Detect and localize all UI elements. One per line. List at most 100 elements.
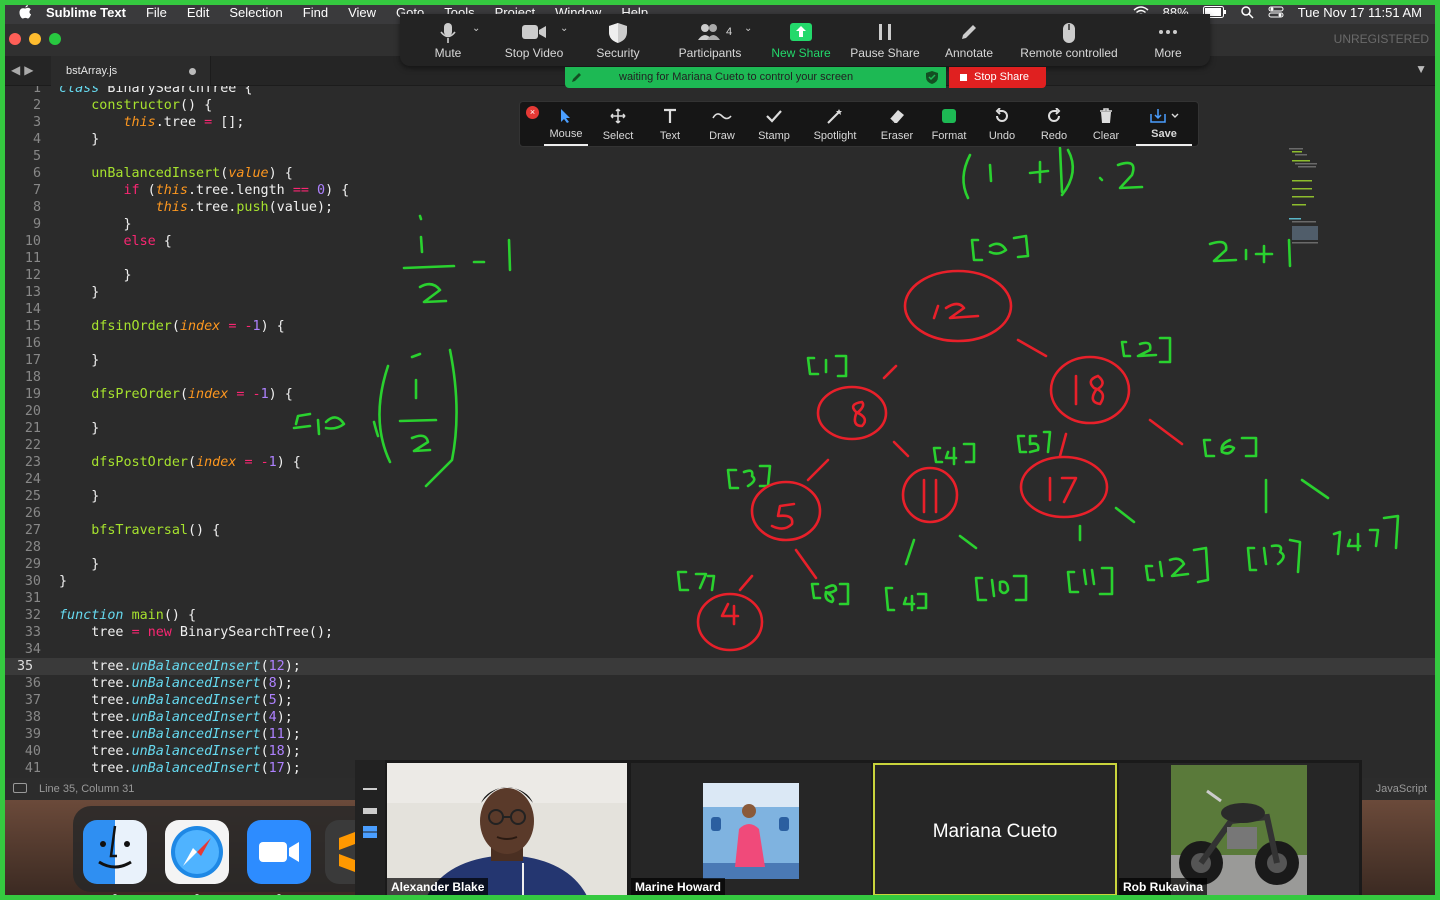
gallery-view-icon[interactable] <box>363 826 377 838</box>
code-line[interactable] <box>59 539 349 556</box>
sublime-app-icon[interactable] <box>325 820 355 884</box>
zoom-window-button[interactable] <box>49 33 61 45</box>
code-line[interactable] <box>59 505 349 522</box>
minimize-strip-icon[interactable] <box>363 788 377 790</box>
code-line[interactable]: } <box>59 488 349 505</box>
code-line[interactable]: if (this.tree.length == 0) { <box>59 182 350 199</box>
participants-button[interactable]: 4 Participants <box>670 18 750 64</box>
eraser-tool-button[interactable]: Eraser <box>874 102 920 146</box>
code-line[interactable]: } <box>59 352 349 369</box>
code-line[interactable]: unBalancedInsert(value) { <box>59 165 349 182</box>
draw-tool-button[interactable]: Draw <box>700 102 744 146</box>
new-share-button[interactable]: New Share <box>766 18 836 64</box>
thumbnail-view-icon[interactable] <box>363 808 377 814</box>
code-line[interactable] <box>59 471 349 488</box>
code-line[interactable] <box>59 335 349 352</box>
spotlight-tool-button[interactable]: Spotlight <box>804 102 866 146</box>
menu-edit[interactable]: Edit <box>187 5 209 20</box>
security-button[interactable]: Security <box>586 18 650 64</box>
code-line[interactable] <box>59 641 349 658</box>
control-center-icon[interactable] <box>1268 6 1284 18</box>
code-line[interactable]: } <box>59 573 349 590</box>
code-area[interactable]: class BinarySearchTree { constructor() {… <box>59 86 349 777</box>
code-line[interactable]: } <box>59 267 349 284</box>
syntax-selector[interactable]: JavaScript <box>1376 783 1427 795</box>
select-tool-button[interactable]: Select <box>596 102 640 146</box>
participant-tile-alexander-blake[interactable]: Alexander Blake <box>387 763 627 896</box>
code-line[interactable]: class BinarySearchTree { <box>59 86 349 97</box>
code-line[interactable]: tree.unBalancedInsert(18); <box>59 743 349 760</box>
participants-chevron-icon[interactable]: ⌄ <box>744 23 752 34</box>
undo-button[interactable]: Undo <box>980 102 1024 146</box>
code-line[interactable] <box>59 403 349 420</box>
panel-toggle-icon[interactable] <box>13 783 27 793</box>
code-line[interactable] <box>59 590 349 607</box>
code-line[interactable]: bfsTraversal() { <box>59 522 349 539</box>
code-line[interactable]: } <box>59 216 349 233</box>
menu-selection[interactable]: Selection <box>229 5 282 20</box>
minimize-window-button[interactable] <box>29 33 41 45</box>
code-line[interactable]: constructor() { <box>59 97 349 114</box>
code-line[interactable]: tree = new BinarySearchTree(); <box>59 624 349 641</box>
code-line[interactable] <box>59 301 349 318</box>
code-line[interactable]: tree.unBalancedInsert(12); <box>59 658 349 675</box>
code-line[interactable]: tree.unBalancedInsert(8); <box>59 675 349 692</box>
code-line[interactable]: dfsinOrder(index = -1) { <box>59 318 349 335</box>
menu-find[interactable]: Find <box>303 5 328 20</box>
code-line[interactable]: dfsPostOrder(index = -1) { <box>59 454 349 471</box>
participant-tile-rob-rukavina[interactable]: Rob Rukavina <box>1119 763 1359 896</box>
pause-share-button[interactable]: Pause Share <box>846 18 924 64</box>
code-line[interactable]: tree.unBalancedInsert(4); <box>59 709 349 726</box>
more-button[interactable]: More <box>1138 18 1198 64</box>
safari-icon[interactable] <box>165 820 229 884</box>
close-window-button[interactable] <box>9 33 21 45</box>
stop-share-button[interactable]: Stop Share <box>949 67 1046 88</box>
menu-view[interactable]: View <box>348 5 376 20</box>
clock[interactable]: Tue Nov 17 11:51 AM <box>1298 5 1422 20</box>
code-line[interactable] <box>59 250 349 267</box>
video-options-chevron-icon[interactable]: ⌄ <box>560 23 568 34</box>
code-line[interactable]: } <box>59 284 349 301</box>
code-line[interactable]: this.tree.push(value); <box>59 199 349 216</box>
remote-control-banner[interactable]: waiting for Mariana Cueto to control you… <box>565 67 946 88</box>
clear-button[interactable]: Clear <box>1084 102 1128 146</box>
code-line[interactable]: tree.unBalancedInsert(17); <box>59 760 349 777</box>
code-line[interactable] <box>59 369 349 386</box>
code-line[interactable]: this.tree = []; <box>59 114 349 131</box>
code-line[interactable]: tree.unBalancedInsert(11); <box>59 726 349 743</box>
apple-icon[interactable] <box>18 4 32 20</box>
code-line[interactable] <box>59 148 349 165</box>
redo-button[interactable]: Redo <box>1032 102 1076 146</box>
code-line[interactable]: } <box>59 131 349 148</box>
mute-button[interactable]: Mute <box>418 18 478 64</box>
code-line[interactable]: dfsPreOrder(index = -1) { <box>59 386 349 403</box>
stamp-tool-button[interactable]: Stamp <box>752 102 796 146</box>
remote-controlled-button[interactable]: Remote controlled <box>1014 18 1124 64</box>
format-tool-button[interactable]: Format <box>926 102 972 146</box>
zoom-app-icon[interactable] <box>247 820 311 884</box>
text-tool-button[interactable]: Text <box>648 102 692 146</box>
tab-bstarray[interactable]: bstArray.js <box>51 56 211 86</box>
cursor-position[interactable]: Line 35, Column 31 <box>39 783 134 795</box>
code-line[interactable] <box>59 437 349 454</box>
code-line[interactable]: function main() { <box>59 607 349 624</box>
close-annotation-icon[interactable]: × <box>526 106 539 119</box>
gallery-view-toggle[interactable] <box>355 760 385 897</box>
participant-tile-mariana-cueto[interactable]: Mariana Cueto <box>873 763 1117 896</box>
finder-icon[interactable] <box>83 820 147 884</box>
code-line[interactable]: } <box>59 420 349 437</box>
tab-dropdown-icon[interactable]: ▼ <box>1415 62 1427 76</box>
audio-options-chevron-icon[interactable]: ⌄ <box>472 23 480 34</box>
code-line[interactable]: else { <box>59 233 349 250</box>
code-line[interactable]: } <box>59 556 349 573</box>
mouse-tool-button[interactable]: Mouse <box>544 102 588 146</box>
code-editor[interactable]: 1 2 3 4 5 6 7 8 9 10 11 12 13 14 15 16 17 18 19 20 21 22 23 24 2… <box>5 86 1435 778</box>
menu-app-name[interactable]: Sublime Text <box>46 5 126 20</box>
save-button[interactable]: Save <box>1136 102 1192 146</box>
code-line[interactable]: tree.unBalancedInsert(5); <box>59 692 349 709</box>
annotate-button[interactable]: Annotate <box>938 18 1000 64</box>
tab-nav-arrows-icon[interactable]: ◀▶ <box>11 63 37 77</box>
minimap[interactable] <box>1289 146 1325 266</box>
spotlight-search-icon[interactable] <box>1240 5 1254 19</box>
menu-file[interactable]: File <box>146 5 167 20</box>
